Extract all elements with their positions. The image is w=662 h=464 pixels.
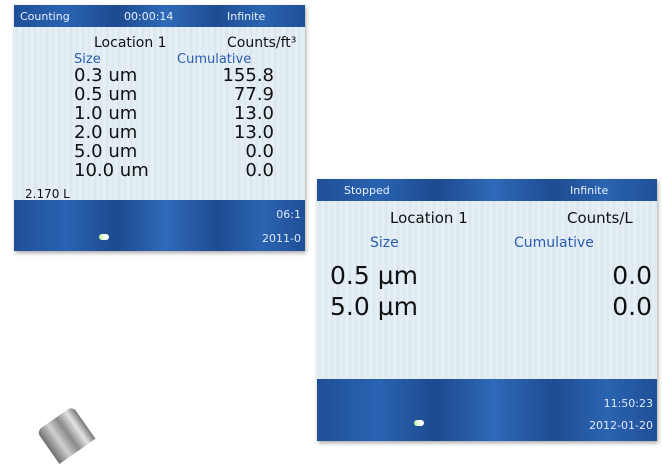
cumulative-value: 13.0 [233,122,274,143]
timer-text: 00:00:14 [124,10,174,23]
screen-body: Location 1 Counts/L Size Cumulative 0.5 … [317,201,657,379]
cumulative-value: 0.0 [612,261,652,290]
footer-bar: 06:1 2011-0 [14,200,305,251]
cumulative-value: 0.0 [612,292,652,321]
size-label: 5.0 µm [330,292,418,321]
units-label: Counts/ft³ [227,35,297,51]
size-label: 0.5 µm [330,261,418,290]
cumulative-value: 13.0 [233,103,274,124]
cumulative-value: 77.9 [233,84,274,105]
size-label: 10.0 um [74,160,149,181]
volume-value: 2.170 L [25,187,70,201]
location-label: Location 1 [94,35,167,51]
mode-text: Infinite [227,10,266,23]
counter-screen-counting: Counting 00:00:14 Infinite Location 1 Co… [14,5,305,251]
size-label: 0.3 um [74,65,138,86]
cumulative-value: 0.0 [245,141,274,162]
footer-bar: 11:50:23 2012-01-20 [317,379,657,441]
clock-text: 06:1 [276,208,301,221]
status-bar: Stopped Infinite [317,179,657,201]
instrument-nozzle [36,405,96,464]
status-text: Counting [20,10,70,23]
size-label: 0.5 um [74,84,138,105]
cumulative-column-header: Cumulative [514,235,594,251]
units-label: Counts/L [567,209,633,227]
size-label: 2.0 um [74,122,138,143]
mode-text: Infinite [570,184,609,197]
led-icon [414,420,424,426]
size-label: 5.0 um [74,141,138,162]
size-label: 1.0 um [74,103,138,124]
status-bar: Counting 00:00:14 Infinite [14,5,305,27]
cumulative-value: 0.0 [245,160,274,181]
size-column-header: Size [370,235,399,251]
led-icon [99,234,109,240]
counter-screen-stopped: Stopped Infinite Location 1 Counts/L Siz… [317,179,657,441]
cumulative-value: 155.8 [222,65,274,86]
location-label: Location 1 [390,209,468,227]
status-text: Stopped [344,184,390,197]
date-text: 2012-01-20 [589,419,653,432]
screen-body: Location 1 Counts/ft³ Size Cumulative 0.… [14,27,305,201]
date-text: 2011-0 [262,232,301,245]
clock-text: 11:50:23 [603,397,653,410]
